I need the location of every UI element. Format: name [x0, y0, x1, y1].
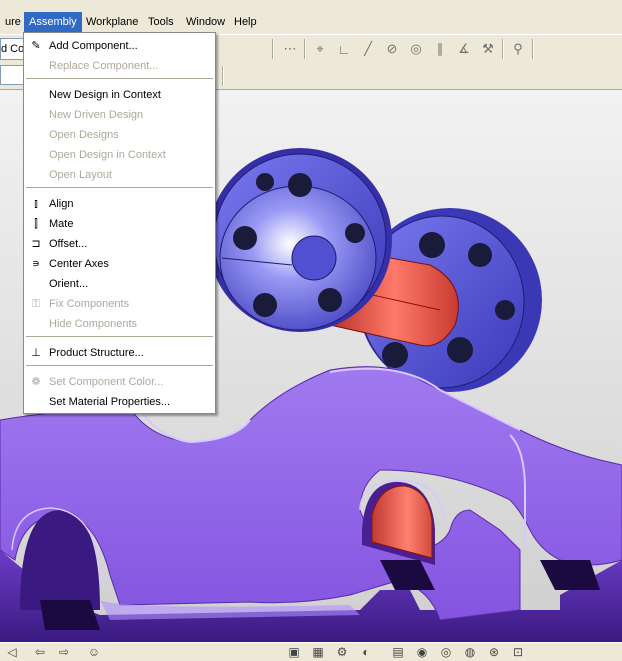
- menu-item-fix-components[interactable]: ⚿ Fix Components: [24, 294, 215, 314]
- render-5-icon[interactable]: ⊛: [486, 644, 502, 660]
- zoom-icon[interactable]: ⚲: [508, 39, 528, 59]
- color-view-icon[interactable]: ◐: [358, 644, 374, 660]
- view-cube-icon[interactable]: ▣: [286, 644, 302, 660]
- perpendicular-icon[interactable]: ∟: [334, 39, 354, 59]
- render-4-icon[interactable]: ◍: [462, 644, 478, 660]
- menu-item-open-design-in-context[interactable]: Open Design in Context: [24, 145, 215, 165]
- color-icon: ❁: [31, 376, 41, 388]
- assembly-dropdown-menu: ✎ Add Component... Replace Component... …: [23, 32, 216, 414]
- angle-icon[interactable]: ∡: [454, 39, 474, 59]
- tangent-icon[interactable]: ⊘: [382, 39, 402, 59]
- menu-help[interactable]: Help: [229, 12, 262, 32]
- offset-icon: ⊐: [31, 238, 41, 250]
- smiley-icon[interactable]: ☺: [86, 644, 102, 660]
- menu-item-label: Hide Components: [49, 318, 138, 330]
- menu-bar: ure Assembly Workplane Tools Window Help: [0, 0, 622, 34]
- menu-separator: [26, 78, 213, 80]
- menu-separator: [26, 336, 213, 338]
- assembly-view-icon[interactable]: ⚙: [334, 644, 350, 660]
- toolbar-separator: [502, 39, 504, 59]
- menu-item-offset[interactable]: ⊐ Offset...: [24, 234, 215, 254]
- toolbar-separator: [272, 39, 274, 59]
- menu-item-open-layout[interactable]: Open Layout: [24, 165, 215, 185]
- concentric-icon[interactable]: ◎: [406, 39, 426, 59]
- menu-item-label: Align: [49, 198, 74, 210]
- center-axes-icon: ∍: [32, 258, 40, 270]
- menu-tools[interactable]: Tools: [143, 12, 179, 32]
- menu-item-open-designs[interactable]: Open Designs: [24, 125, 215, 145]
- menu-item-label: Product Structure...: [49, 347, 144, 359]
- menu-separator: [26, 365, 213, 367]
- menu-item-label: Set Component Color...: [49, 376, 164, 388]
- render-6-icon[interactable]: ⊡: [510, 644, 526, 660]
- menu-item-mate[interactable]: ⫿ Mate: [24, 214, 215, 234]
- menu-separator: [26, 187, 213, 189]
- menu-item-set-component-color[interactable]: ❁ Set Component Color...: [24, 372, 215, 392]
- front-wheel: [208, 148, 392, 332]
- menu-item-label: New Driven Design: [49, 109, 144, 121]
- menu-item-center-axes[interactable]: ∍ Center Axes: [24, 254, 215, 274]
- menu-item-label: Open Layout: [49, 169, 112, 181]
- menu-item-label: Set Material Properties...: [49, 396, 171, 408]
- toolbar-separator: [532, 39, 534, 59]
- menu-item-label: Orient...: [49, 278, 89, 290]
- point-icon[interactable]: ⌖: [310, 39, 330, 59]
- menu-item-hide-components[interactable]: Hide Components: [24, 314, 215, 334]
- toolbar2-field[interactable]: [0, 65, 24, 85]
- menu-item-replace-component[interactable]: Replace Component...: [24, 56, 215, 76]
- menu-item-label: Open Design in Context: [49, 149, 166, 161]
- mate-icon: ⫿: [34, 218, 38, 230]
- menu-item-orient[interactable]: Orient...: [24, 274, 215, 294]
- product-structure-icon: ⊥: [31, 347, 41, 359]
- menu-item-set-material-properties[interactable]: Set Material Properties...: [24, 392, 215, 412]
- menu-item-label: Mate: [49, 218, 74, 230]
- arrow-right-icon[interactable]: ⇨: [56, 644, 72, 660]
- shaded-view-icon[interactable]: ▦: [310, 644, 326, 660]
- line-icon[interactable]: ╱: [358, 39, 378, 59]
- toolbar-left-field[interactable]: d Co: [0, 38, 24, 60]
- toolbar-separator: [222, 66, 224, 86]
- menu-item-new-design-in-context[interactable]: New Design in Context: [24, 85, 215, 105]
- align-icon: ⫾: [34, 198, 38, 210]
- menu-item-new-driven-design[interactable]: New Driven Design: [24, 105, 215, 125]
- add-component-icon: ✎: [31, 40, 41, 52]
- menu-item-label: Replace Component...: [49, 60, 159, 72]
- dimension-icon[interactable]: ⋯: [280, 39, 300, 59]
- menu-item-label: Offset...: [49, 238, 88, 250]
- render-2-icon[interactable]: ◉: [414, 644, 430, 660]
- menu-item-product-structure[interactable]: ⊥ Product Structure...: [24, 343, 215, 363]
- status-bar: ◁ ⇦ ⇨ ☺ ▣ ▦ ⚙ ◐ ▤ ◉ ◎ ◍ ⊛ ⊡: [0, 642, 622, 661]
- menu-window[interactable]: Window: [181, 12, 230, 32]
- parallel-icon[interactable]: ∥: [430, 39, 450, 59]
- constraint-icon[interactable]: ⚒: [478, 39, 498, 59]
- menu-structure[interactable]: ure: [0, 12, 26, 32]
- menu-item-add-component[interactable]: ✎ Add Component...: [24, 36, 215, 56]
- menu-item-label: Fix Components: [49, 298, 130, 310]
- menu-item-align[interactable]: ⫾ Align: [24, 194, 215, 214]
- menu-workplane[interactable]: Workplane: [81, 12, 143, 32]
- toolbar-separator: [304, 39, 306, 59]
- arrow-left-icon[interactable]: ⇦: [32, 644, 48, 660]
- menu-item-label: New Design in Context: [49, 89, 161, 101]
- triangle-icon[interactable]: ◁: [4, 644, 20, 660]
- fix-components-icon: ⚿: [31, 298, 41, 310]
- menu-item-label: Add Component...: [49, 40, 138, 52]
- menu-item-label: Open Designs: [49, 129, 119, 141]
- menu-assembly[interactable]: Assembly: [24, 12, 82, 32]
- render-icon[interactable]: ▤: [390, 644, 406, 660]
- menu-item-label: Center Axes: [49, 258, 109, 270]
- render-3-icon[interactable]: ◎: [438, 644, 454, 660]
